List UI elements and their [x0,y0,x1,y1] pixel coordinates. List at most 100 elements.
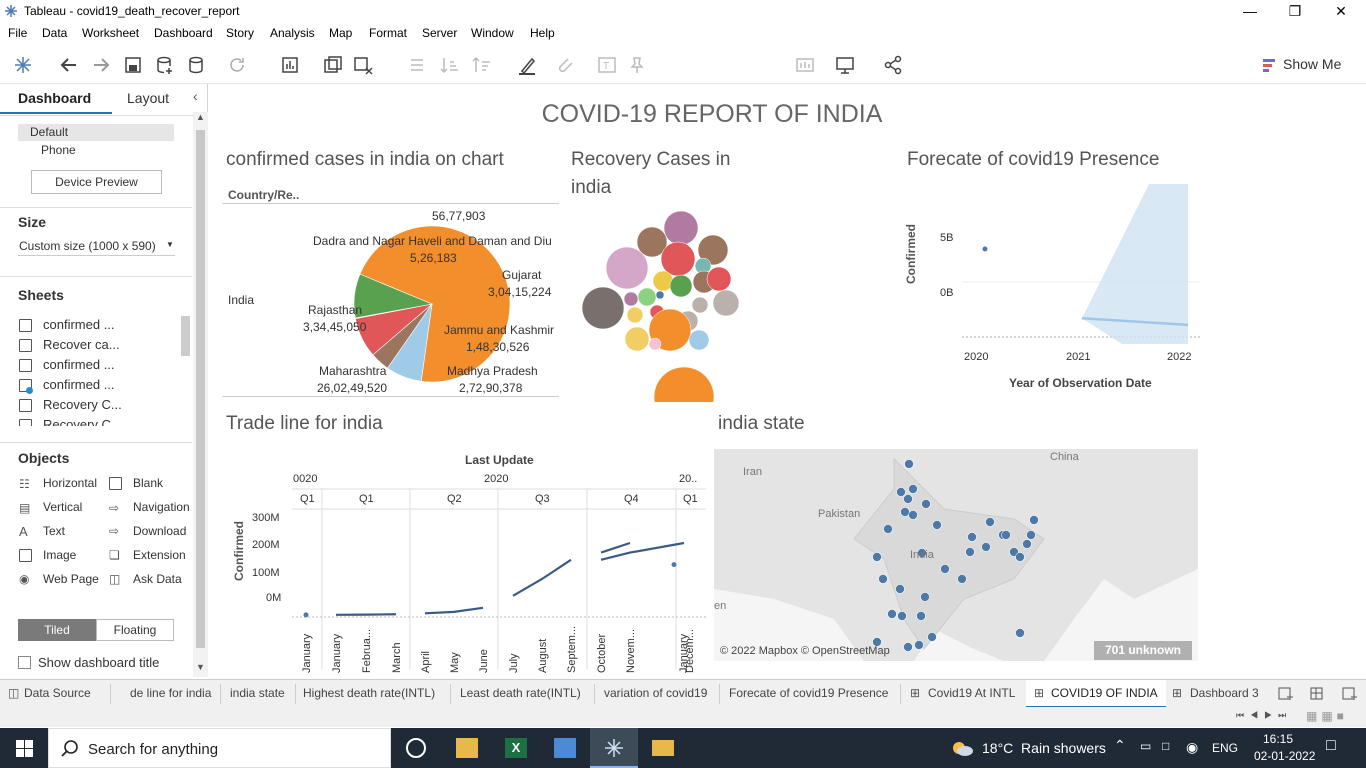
object-vertical[interactable]: ▤ Vertical [18,500,108,516]
view-mode-icon[interactable]: ▦▦■ [1306,709,1348,723]
menu-worksheet[interactable]: Worksheet [82,26,139,40]
forecast-worksheet[interactable]: Forecate of covid19 Presence Confirmed 5… [902,144,1207,402]
scroll-down-icon[interactable]: ▼ [196,662,205,672]
unknown-indicator[interactable]: 701 unknown [1094,641,1192,660]
sort-descending-icon[interactable] [470,54,492,76]
redo-icon[interactable] [90,54,112,76]
battery-icon[interactable]: ▭ [1140,739,1151,753]
tab-data-source[interactable]: Data Source [24,686,91,700]
trend-chart[interactable]: January January Februa... March April May June… [292,449,708,677]
object-download[interactable]: ⇨ Download [108,524,198,540]
object-horizontal[interactable]: ☷ Horizontal [18,476,108,492]
menu-analysis[interactable]: Analysis [270,26,315,40]
tableau-app-icon[interactable] [590,728,638,768]
left-panel-scrollbar[interactable]: ▲ ▼ [193,112,208,677]
chevron-up-icon[interactable]: ⌃ [1114,737,1126,754]
show-mark-labels-icon[interactable]: T [596,54,618,76]
tab-layout[interactable]: Layout [127,90,169,106]
tab-india-state[interactable]: india state [230,686,285,700]
clock-time[interactable]: 16:15 [1263,732,1293,746]
save-icon[interactable] [122,54,144,76]
folder-app-icon[interactable] [652,740,674,756]
sheet-item[interactable]: Recovery C... [18,397,178,415]
object-web-page[interactable]: ◉ Web Page [18,572,108,588]
india-map[interactable] [714,449,1198,661]
show-cards-icon[interactable] [794,54,816,76]
new-worksheet-icon[interactable] [280,54,302,76]
tab-highest-death[interactable]: Highest death rate(INTL) [303,686,435,700]
sheets-scrollbar[interactable] [181,316,190,356]
weather-text[interactable]: 18°C Rain showers [982,740,1106,756]
pin-icon[interactable] [626,54,648,76]
trend-worksheet[interactable]: Trade line for india Last Update 0020 20… [222,409,710,677]
show-title-checkbox[interactable] [18,656,31,669]
bubble-worksheet[interactable]: Recovery Cases in india [567,144,897,402]
store-app-icon[interactable] [554,738,576,758]
pie-chart[interactable] [352,224,512,384]
language-indicator[interactable]: ENG [1212,741,1238,755]
sheet-item[interactable]: confirmed ... [18,317,178,335]
object-blank[interactable]: Blank [108,476,198,492]
forecast-chart[interactable] [962,184,1202,344]
menu-server[interactable]: Server [422,26,457,40]
new-dashboard-tab-icon[interactable] [1310,685,1326,701]
menu-dashboard[interactable]: Dashboard [154,26,213,40]
sheet-navigation-icon[interactable]: ⏮◀▶⏭ [1236,710,1292,721]
tab-dashboard-3[interactable]: Dashboard 3 [1190,686,1259,700]
menu-help[interactable]: Help [530,26,555,40]
file-explorer-app-icon[interactable] [456,738,478,758]
taskbar-search[interactable]: Search for anything [48,728,391,768]
tiled-button[interactable]: Tiled [18,619,96,641]
collapse-panel-icon[interactable]: ‹ [193,88,198,104]
device-preview-button[interactable]: Device Preview [31,170,162,194]
object-navigation[interactable]: ⇨ Navigation [108,500,198,516]
tab-forecast[interactable]: Forecate of covid19 Presence [729,686,888,700]
object-extension[interactable]: ❏ Extension [108,548,198,564]
undo-icon[interactable] [58,54,80,76]
pause-data-icon[interactable] [186,54,208,76]
restore-icon[interactable]: ❐ [1272,0,1318,22]
menu-story[interactable]: Story [226,26,254,40]
presentation-mode-icon[interactable] [834,54,856,76]
sheet-item[interactable]: Recover ca... [18,337,178,355]
duplicate-icon[interactable] [322,54,344,76]
notifications-icon[interactable]: □ [1326,737,1336,755]
clock-date[interactable]: 02-01-2022 [1254,749,1315,763]
refresh-icon[interactable] [226,54,248,76]
sheet-item[interactable]: confirmed ... [18,357,178,375]
tab-dashboard[interactable]: Dashboard [18,90,91,106]
tab-covid19-intl[interactable]: Covid19 At INTL [928,686,1015,700]
size-dropdown[interactable]: Custom size (1000 x 590) ▼ [18,238,175,256]
share-icon[interactable] [882,54,904,76]
menu-window[interactable]: Window [471,26,514,40]
device-default-item[interactable]: Default [18,124,174,141]
floating-button[interactable]: Floating [96,619,174,641]
new-datasource-icon[interactable] [154,54,176,76]
tab-variation[interactable]: variation of covid19 [604,686,707,700]
object-ask-data[interactable]: ◫ Ask Data [108,572,198,588]
menu-format[interactable]: Format [369,26,407,40]
new-worksheet-tab-icon[interactable] [1278,685,1294,701]
object-image[interactable]: Image [18,548,108,564]
bubble-chart[interactable] [577,206,757,402]
tab-least-death[interactable]: Least death rate(INTL) [460,686,581,700]
tab-trend-line[interactable]: de line for india [130,686,211,700]
minimize-icon[interactable]: — [1227,0,1273,22]
device-phone-item[interactable]: Phone [41,143,76,157]
close-icon[interactable]: ✕ [1318,0,1364,22]
menu-map[interactable]: Map [329,26,352,40]
menu-file[interactable]: File [8,26,27,40]
sheet-item[interactable]: confirmed ... [18,377,178,395]
network-icon[interactable]: ◉ [1186,739,1198,756]
sort-ascending-icon[interactable] [438,54,460,76]
meet-now-icon[interactable]: □ [1162,739,1169,753]
excel-app-icon[interactable]: X [505,738,527,758]
group-members-icon[interactable] [554,54,576,76]
tableau-start-icon[interactable] [12,54,34,76]
cortana-icon[interactable] [406,738,426,758]
object-text[interactable]: A Text [18,524,108,540]
new-story-tab-icon[interactable] [1342,685,1358,701]
sheet-item[interactable]: Recovery C... [18,417,178,426]
tab-covid19-of-india[interactable]: COVID19 OF INDIA [1051,686,1158,700]
pie-worksheet[interactable]: confirmed cases in india on chart Countr… [222,144,562,402]
